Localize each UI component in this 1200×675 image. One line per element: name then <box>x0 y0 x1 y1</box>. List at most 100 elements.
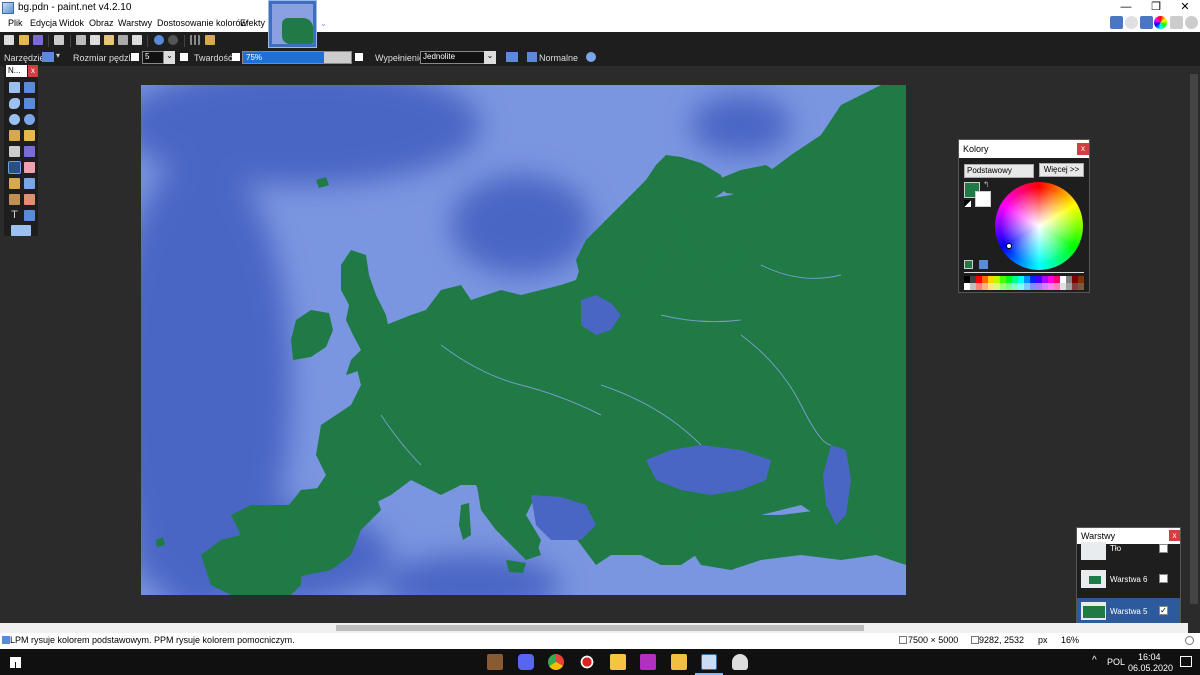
eraser-tool[interactable] <box>24 162 35 173</box>
color-wheel[interactable] <box>995 182 1083 270</box>
windows-start-icon[interactable] <box>10 657 21 668</box>
colors-panel-close-button[interactable]: x <box>1077 143 1089 155</box>
close-button[interactable]: ✕ <box>1170 0 1200 16</box>
tool-dropdown-icon[interactable]: ▾ <box>56 51 60 60</box>
copy-icon[interactable] <box>90 35 100 45</box>
move-selection-tool[interactable] <box>24 82 35 93</box>
menu-image[interactable]: Obraz <box>89 18 114 28</box>
palette-menu-icon[interactable] <box>979 260 988 269</box>
colors-window-toggle-icon[interactable] <box>1154 16 1167 29</box>
menu-view[interactable]: Widok <box>59 18 84 28</box>
menu-adjustments[interactable]: Dostosowanie kolorów <box>157 18 247 28</box>
layer-row[interactable]: Warstwa 6 <box>1077 566 1180 598</box>
grid-icon[interactable] <box>190 35 200 45</box>
zoom-icon[interactable] <box>1185 636 1194 645</box>
image-list-dropdown-icon[interactable]: ⌄ <box>320 19 327 28</box>
new-image-icon[interactable] <box>4 35 14 45</box>
undo-icon[interactable] <box>154 35 164 45</box>
swap-colors-icon[interactable]: ↰ <box>983 180 990 189</box>
palette-swatch[interactable] <box>1078 283 1084 290</box>
discord-taskbar-icon[interactable] <box>518 654 534 670</box>
paintnet-taskbar-icon[interactable] <box>701 654 717 670</box>
file-explorer-taskbar-icon[interactable] <box>671 654 687 670</box>
clone-stamp-tool[interactable] <box>9 194 20 205</box>
reset-colors-icon[interactable] <box>964 200 971 207</box>
layers-window-toggle-icon[interactable] <box>1140 16 1153 29</box>
paintbrush-tool[interactable] <box>8 161 21 174</box>
help-icon[interactable] <box>1185 16 1198 29</box>
paintbrush-tool-icon[interactable] <box>42 52 54 62</box>
color-picker-tool[interactable] <box>24 178 35 189</box>
horizontal-scrollbar-thumb[interactable] <box>336 625 864 631</box>
rectangle-select-tool[interactable] <box>9 82 20 93</box>
vertical-scrollbar-thumb[interactable] <box>1190 74 1198 604</box>
menu-edit[interactable]: Edycja <box>30 18 57 28</box>
restore-button[interactable]: ❐ <box>1141 0 1171 16</box>
layer-visibility-checkbox[interactable] <box>1159 544 1168 553</box>
wolf-app-taskbar-icon[interactable] <box>732 654 748 670</box>
menu-layers[interactable]: Warstwy <box>118 18 152 28</box>
brush-size-input[interactable]: 5 <box>142 51 164 64</box>
deselect-icon[interactable] <box>132 35 142 45</box>
image-tab-thumbnail[interactable] <box>268 0 317 48</box>
pan-tool[interactable] <box>24 130 35 141</box>
brush-size-increase-button[interactable] <box>180 53 188 61</box>
alpha-blending-icon[interactable] <box>586 52 596 62</box>
brush-size-dropdown-icon[interactable]: ⌄ <box>164 51 175 64</box>
layer-visibility-checkbox[interactable]: ✓ <box>1159 606 1168 615</box>
palette-mode-select[interactable]: Podstawowy <box>964 164 1034 178</box>
star-app-taskbar-icon[interactable] <box>610 654 626 670</box>
media-app-taskbar-icon[interactable] <box>640 654 656 670</box>
chrome-taskbar-icon[interactable] <box>548 654 564 670</box>
text-tool-icon[interactable]: T <box>9 210 20 221</box>
hardness-increase-button[interactable] <box>355 53 363 61</box>
add-to-palette-icon[interactable] <box>964 260 973 269</box>
redo-icon[interactable] <box>168 35 178 45</box>
antialiasing-icon[interactable] <box>506 52 518 62</box>
minecraft-taskbar-icon[interactable] <box>487 654 503 670</box>
paint-bucket-tool[interactable] <box>9 146 20 157</box>
history-window-toggle-icon[interactable] <box>1125 16 1138 29</box>
menu-file[interactable]: Plik <box>8 18 23 28</box>
input-language[interactable]: POL <box>1107 657 1125 667</box>
color-wheel-selector[interactable] <box>1006 243 1012 249</box>
hardness-decrease-button[interactable] <box>232 53 240 61</box>
obs-recorder-taskbar-icon[interactable] <box>579 654 595 670</box>
layer-row[interactable]: Tło <box>1077 540 1180 562</box>
magic-wand-tool[interactable] <box>9 130 20 141</box>
save-icon[interactable] <box>33 35 43 45</box>
zoom-level[interactable]: 16% <box>1061 635 1079 645</box>
ellipse-select-tool[interactable] <box>9 114 20 125</box>
pencil-tool[interactable] <box>9 178 20 189</box>
recolor-tool[interactable] <box>24 194 35 205</box>
image-canvas[interactable] <box>141 85 906 595</box>
units-select[interactable]: px <box>1038 635 1048 645</box>
lasso-select-tool[interactable] <box>9 98 20 109</box>
cut-icon[interactable] <box>76 35 86 45</box>
print-icon[interactable] <box>54 35 64 45</box>
clock-time[interactable]: 16:04 <box>1138 652 1161 662</box>
paste-icon[interactable] <box>104 35 114 45</box>
layer-visibility-checkbox[interactable] <box>1159 574 1168 583</box>
palette-swatch[interactable] <box>1078 276 1084 283</box>
notification-center-icon[interactable] <box>1180 656 1192 667</box>
color-palette[interactable] <box>964 276 1084 290</box>
secondary-color-swatch[interactable] <box>975 191 991 207</box>
zoom-tool[interactable] <box>24 114 35 125</box>
blend-mode-label[interactable]: Normalne <box>539 53 578 63</box>
menu-effects[interactable]: Efekty <box>240 18 265 28</box>
shapes-tool[interactable] <box>11 225 31 236</box>
brush-size-decrease-button[interactable] <box>131 53 139 61</box>
ruler-icon[interactable] <box>205 35 215 45</box>
line-curve-tool[interactable] <box>24 210 35 221</box>
gradient-tool[interactable] <box>24 146 35 157</box>
settings-gear-icon[interactable] <box>1170 16 1183 29</box>
blend-mode-icon[interactable] <box>527 52 537 62</box>
minimize-button[interactable]: — <box>1111 0 1141 16</box>
clock-date[interactable]: 06.05.2020 <box>1128 663 1173 673</box>
show-hidden-icons-chevron-icon[interactable]: ^ <box>1092 655 1097 666</box>
fill-dropdown-icon[interactable]: ⌄ <box>484 51 496 64</box>
open-icon[interactable] <box>19 35 29 45</box>
vertical-scrollbar[interactable] <box>1188 66 1200 623</box>
tools-window-toggle-icon[interactable] <box>1110 16 1123 29</box>
